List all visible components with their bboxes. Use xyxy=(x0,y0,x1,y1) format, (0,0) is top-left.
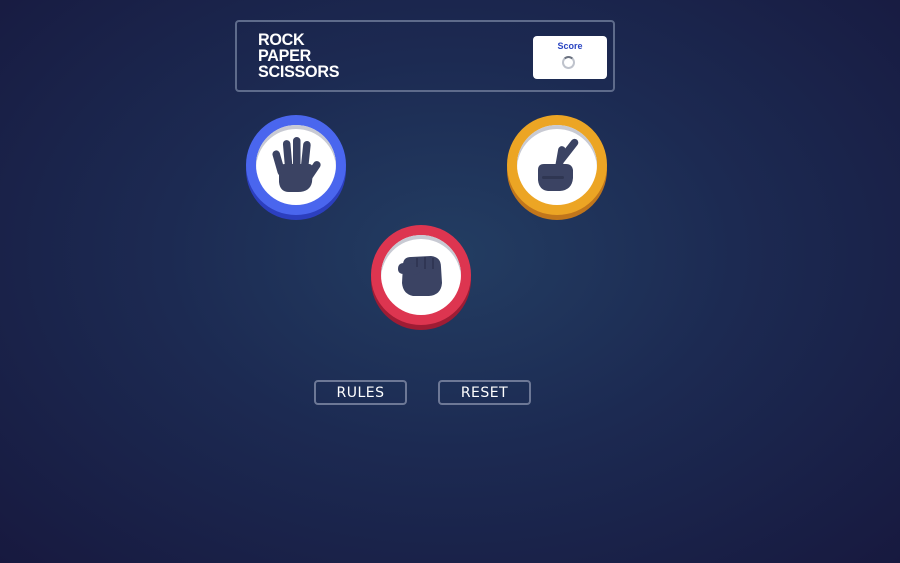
choice-scissors-face xyxy=(517,125,597,205)
choice-scissors-button[interactable] xyxy=(507,115,607,215)
paper-hand-icon xyxy=(272,137,321,192)
rules-button[interactable]: RULES xyxy=(314,380,407,405)
choice-rock-face xyxy=(381,235,461,315)
rock-fist-icon xyxy=(398,256,442,296)
score-box: Score xyxy=(533,36,607,79)
scissors-hand-icon xyxy=(538,138,579,191)
choice-paper-button[interactable] xyxy=(246,115,346,215)
scoreboard-header: ROCK PAPER SCISSORS Score xyxy=(235,20,615,92)
choice-rock-button[interactable] xyxy=(371,225,471,325)
title-line-scissors: SCISSORS xyxy=(258,62,340,81)
choice-paper-face xyxy=(256,125,336,205)
game-title: ROCK PAPER SCISSORS xyxy=(258,31,340,81)
score-loading-spinner-icon xyxy=(562,56,575,69)
reset-button[interactable]: RESET xyxy=(438,380,531,405)
score-label: Score xyxy=(557,41,583,51)
